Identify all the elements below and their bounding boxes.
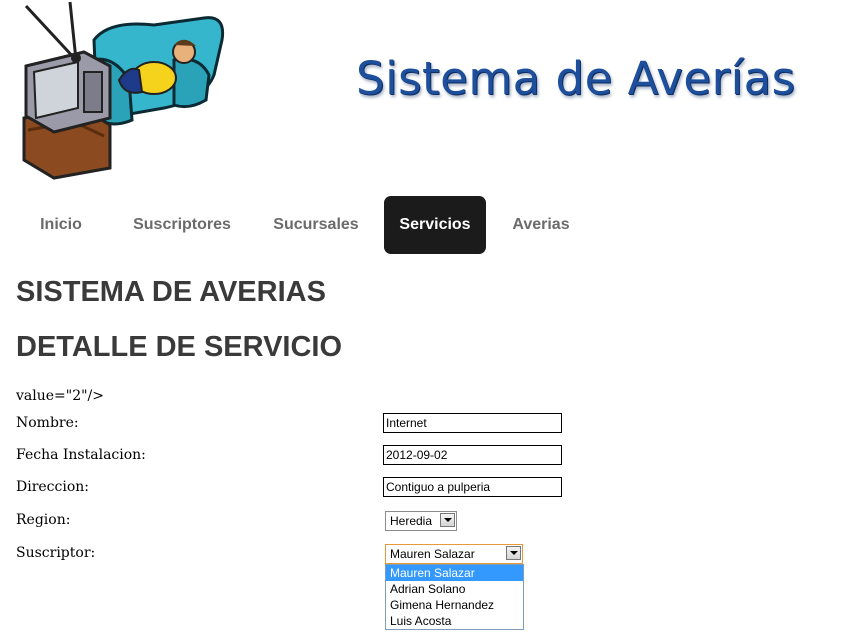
- tv-couch-logo: [22, 1, 225, 180]
- suscriptor-option[interactable]: Adrian Solano: [386, 581, 523, 597]
- page-heading: SISTEMA DE AVERIAS: [16, 276, 326, 308]
- region-label: Region:: [16, 512, 71, 528]
- direccion-label: Direccion:: [16, 479, 90, 495]
- fecha-instalacion-input[interactable]: 2012-09-02: [383, 445, 562, 465]
- nav-averias[interactable]: Averias: [500, 196, 582, 254]
- nav-suscriptores[interactable]: Suscriptores: [120, 196, 244, 254]
- suscriptor-dropdown-list: Mauren Salazar Adrian Solano Gimena Hern…: [385, 564, 524, 630]
- nombre-input[interactable]: Internet: [383, 413, 562, 433]
- chevron-down-icon[interactable]: [440, 513, 455, 527]
- section-heading: DETALLE DE SERVICIO: [16, 331, 343, 363]
- nav-servicios[interactable]: Servicios: [384, 196, 486, 254]
- stray-markup-text: value="2"/>: [16, 388, 104, 404]
- chevron-down-icon[interactable]: [506, 546, 521, 560]
- nav-inicio[interactable]: Inicio: [20, 196, 102, 254]
- suscriptor-label: Suscriptor:: [16, 545, 96, 561]
- suscriptor-select[interactable]: Mauren Salazar: [385, 544, 523, 564]
- direccion-input[interactable]: Contiguo a pulperia: [383, 477, 562, 497]
- region-selected-value: Heredia: [390, 514, 433, 528]
- suscriptor-selected-value: Mauren Salazar: [390, 547, 475, 561]
- region-select[interactable]: Heredia: [385, 511, 457, 531]
- site-title: Sistema de Averías: [356, 52, 796, 105]
- nombre-label: Nombre:: [16, 415, 79, 431]
- suscriptor-option[interactable]: Luis Acosta: [386, 613, 523, 629]
- fecha-instalacion-label: Fecha Instalacion:: [16, 447, 146, 463]
- suscriptor-option[interactable]: Gimena Hernandez: [386, 597, 523, 613]
- suscriptor-option[interactable]: Mauren Salazar: [386, 565, 523, 581]
- nav-sucursales[interactable]: Sucursales: [262, 196, 370, 254]
